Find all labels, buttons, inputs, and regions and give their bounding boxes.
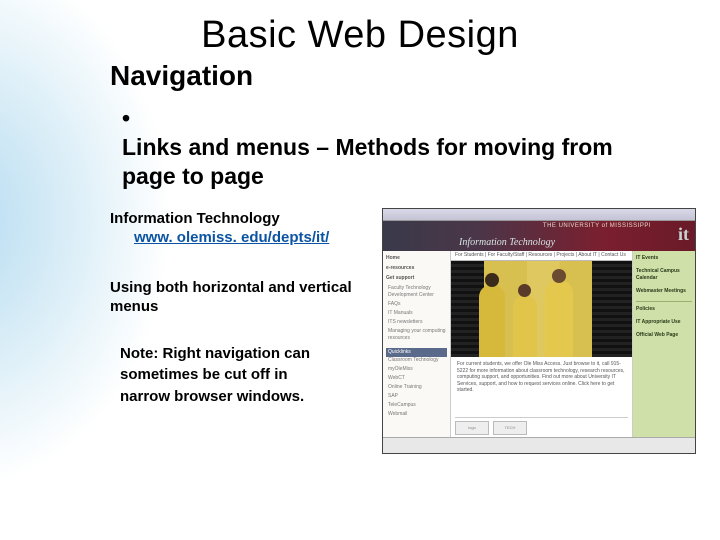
quicklink[interactable]: myOleMiss	[386, 366, 447, 373]
quicklinks-header: Quicklinks	[386, 348, 447, 357]
nav-sub-item[interactable]: ITS newsletters	[386, 319, 447, 326]
left-column: Information Technology www. olemiss. edu…	[110, 210, 370, 408]
university-name: THE UNIVERSITY of MISSISSIPPI	[543, 223, 651, 229]
info-block: Information Technology www. olemiss. edu…	[110, 210, 370, 248]
divider	[636, 301, 692, 302]
center-content: For Students | For Faculty/Staff | Resou…	[451, 251, 633, 437]
person-figure	[513, 295, 537, 357]
site-banner: THE UNIVERSITY of MISSISSIPPI Informatio…	[383, 221, 695, 251]
right-nav-item[interactable]: Official Web Page	[636, 332, 692, 339]
top-tabs[interactable]: For Students | For Faculty/Staff | Resou…	[451, 251, 632, 261]
info-link[interactable]: www. olemiss. edu/depts/it/	[134, 229, 329, 248]
person-figure	[479, 285, 505, 357]
site-footer: logo TECH	[455, 417, 628, 435]
server-rack-right	[592, 261, 632, 357]
right-nav-item[interactable]: Webmaster Meetings	[636, 288, 692, 295]
quicklink[interactable]: Online Training	[386, 384, 447, 391]
nav-sub-item[interactable]: FAQs	[386, 301, 447, 308]
website-screenshot: THE UNIVERSITY of MISSISSIPPI Informatio…	[382, 208, 696, 454]
quicklink[interactable]: WebCT	[386, 375, 447, 382]
browser-chrome	[383, 209, 695, 221]
bullet-item: • Links and menus – Methods for moving f…	[122, 104, 680, 190]
left-nav: Home e-resources Get support Faculty Tec…	[383, 251, 451, 437]
right-nav: IT Events Technical Campus Calendar Webm…	[633, 251, 695, 437]
bullet-marker: •	[122, 104, 130, 133]
quicklink[interactable]: SAP	[386, 393, 447, 400]
footer-logo: TECH	[493, 421, 527, 435]
note-text: Note: Right navigation can sometimes be …	[110, 343, 320, 408]
dept-title: Information Technology	[459, 237, 555, 248]
right-nav-item[interactable]: Policies	[636, 306, 692, 313]
quicklink[interactable]: TeleCampus	[386, 402, 447, 409]
footer-logo: logo	[455, 421, 489, 435]
quicklink[interactable]: Webmail	[386, 411, 447, 418]
nav-item[interactable]: Home	[386, 255, 447, 262]
right-nav-item[interactable]: IT Events	[636, 255, 692, 262]
nav-item[interactable]: Get support	[386, 275, 447, 282]
right-nav-item[interactable]: Technical Campus Calendar	[636, 268, 692, 282]
site-body: Home e-resources Get support Faculty Tec…	[383, 251, 695, 437]
nav-item[interactable]: e-resources	[386, 265, 447, 272]
browser-status-bar	[383, 437, 695, 453]
info-label: Information Technology	[110, 210, 370, 229]
slide-subtitle: Navigation	[110, 60, 253, 92]
nav-sub-item[interactable]: Faculty Technology Development Center	[386, 285, 447, 299]
nav-sub-item[interactable]: Managing your computing resources	[386, 328, 447, 342]
hero-photo	[451, 261, 632, 357]
quicklink[interactable]: Classroom Technology	[386, 357, 447, 364]
slide: Basic Web Design Navigation • Links and …	[0, 0, 720, 540]
it-logo: it	[678, 225, 689, 243]
using-text: Using both horizontal and vertical menus	[110, 278, 370, 317]
body-text: For current students, we offer Ole Miss …	[451, 357, 632, 398]
nav-sub-item[interactable]: IT Manuals	[386, 310, 447, 317]
person-figure	[545, 281, 573, 357]
slide-title: Basic Web Design	[0, 14, 720, 57]
bullet-text: Links and menus – Methods for moving fro…	[122, 133, 662, 191]
right-nav-item[interactable]: IT Appropriate Use	[636, 319, 692, 326]
